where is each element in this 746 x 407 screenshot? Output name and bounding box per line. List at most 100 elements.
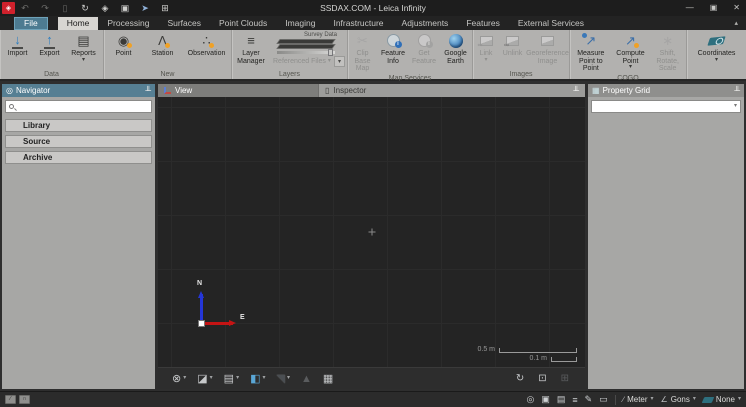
- delete-icon[interactable]: ▯: [55, 0, 75, 16]
- navigator-header[interactable]: ◎ Navigator ╨: [2, 84, 155, 97]
- tab-infrastructure[interactable]: Infrastructure: [324, 17, 392, 30]
- archive-box-icon[interactable]: ▣: [115, 0, 135, 16]
- google-earth-button[interactable]: Google Earth: [439, 31, 472, 74]
- chevron-down-icon: ▾: [693, 397, 696, 402]
- layer-visibility-button[interactable]: ▤ ▾: [224, 372, 239, 385]
- image-link-icon: ∞: [480, 32, 493, 49]
- pan-tool-button[interactable]: ⊞: [561, 373, 569, 384]
- collapse-ribbon-icon[interactable]: ▴: [734, 17, 738, 30]
- pin-icon[interactable]: ╨: [573, 87, 579, 95]
- app-logo-icon[interactable]: ◈: [2, 2, 15, 14]
- ribbon-group-label: Images: [473, 70, 569, 79]
- button-label: Google Earth: [440, 50, 471, 65]
- ribbon: ↓ Import ↑ Export ▤ Reports ▾ Data ◉ Poi…: [0, 30, 746, 81]
- clip-base-map-button[interactable]: ✂ Clip Base Map: [348, 31, 377, 74]
- select-tool-button[interactable]: ◪ ▾: [197, 372, 212, 385]
- view-3d-button[interactable]: ◧ ▾: [250, 372, 265, 385]
- tab-imaging[interactable]: Imaging: [276, 17, 324, 30]
- workspace: ◎ Navigator ╨ Library Source Archive Vie…: [0, 81, 746, 391]
- navigator-item-source[interactable]: Source: [5, 135, 152, 148]
- new-observation-button[interactable]: ∴ Observation: [183, 31, 231, 70]
- tab-features[interactable]: Features: [457, 17, 509, 30]
- fit-view-button[interactable]: ▲: [301, 373, 312, 385]
- export-button[interactable]: ↑ Export: [34, 31, 66, 70]
- navigator-item-library[interactable]: Library: [5, 119, 152, 132]
- button-label: Measure Point to Point: [571, 50, 611, 73]
- button-label: Clip Base Map: [349, 50, 376, 73]
- measure-point-to-point-button[interactable]: ↗ Measure Point to Point: [570, 31, 612, 74]
- map-canvas[interactable]: N E 0.5 m 0.1 m: [158, 97, 585, 367]
- property-grid-toggle-button[interactable]: ▤: [557, 394, 566, 405]
- tab-processing[interactable]: Processing: [98, 17, 158, 30]
- get-feature-button[interactable]: i Get Feature: [409, 31, 439, 74]
- draw-line-button[interactable]: ∕: [5, 395, 16, 404]
- scale-bars: 0.5 m 0.1 m: [477, 344, 577, 362]
- pin-icon[interactable]: ╨: [734, 87, 740, 95]
- referenced-files-button[interactable]: Referenced Files: [273, 58, 326, 65]
- shift-rotate-scale-button[interactable]: ∗ Shift, Rotate, Scale: [649, 31, 686, 74]
- slider-knob[interactable]: [328, 49, 333, 56]
- layers-preview[interactable]: Survey Data: [273, 33, 339, 55]
- filter-button[interactable]: ◥ ▾: [277, 372, 290, 385]
- undo-icon[interactable]: ↶: [15, 0, 35, 16]
- publish-icon[interactable]: ◈: [95, 0, 115, 16]
- refresh-icon[interactable]: ↻: [75, 0, 95, 16]
- select-tool-icon: ◪: [197, 372, 207, 385]
- reports-button[interactable]: ▤ Reports ▾: [66, 31, 102, 70]
- coordinate-system-dropdown[interactable]: None ▾: [703, 395, 741, 404]
- tab-view[interactable]: View: [158, 84, 318, 97]
- button-label: Get Feature: [410, 50, 438, 65]
- restore-button[interactable]: ▣: [710, 0, 718, 16]
- layers-toggle-button[interactable]: ≡: [572, 395, 577, 405]
- zoom-extents-button[interactable]: ⊡: [538, 373, 546, 384]
- new-badge-icon: [209, 43, 214, 48]
- reports-toggle-button[interactable]: ✎: [585, 394, 593, 405]
- property-grid-header[interactable]: ▦ Property Grid ╨: [588, 84, 744, 97]
- new-window-icon[interactable]: ⊞: [155, 0, 175, 16]
- unlink-image-button[interactable]: ∞ Unlink: [499, 31, 527, 70]
- button-label: Feature Info: [378, 50, 408, 65]
- redo-icon[interactable]: ↷: [35, 0, 55, 16]
- navigator-panel: ◎ Navigator ╨ Library Source Archive: [2, 84, 155, 389]
- search-input[interactable]: [17, 102, 148, 112]
- angle-unit-dropdown[interactable]: ∠ Gons ▾: [661, 395, 696, 404]
- new-point-button[interactable]: ◉ Point: [105, 31, 143, 70]
- link-image-button[interactable]: ∞ Link ▾: [474, 31, 499, 70]
- grid-toggle-button[interactable]: ▦: [323, 372, 333, 385]
- reports-icon: ▤: [77, 32, 89, 49]
- feature-info-button[interactable]: i Feature Info: [377, 31, 409, 74]
- inspector-toggle-button[interactable]: ▣: [541, 394, 550, 405]
- layers-opacity-slider[interactable]: [277, 51, 335, 54]
- pin-icon[interactable]: ╨: [145, 87, 151, 95]
- navigator-item-archive[interactable]: Archive: [5, 151, 152, 164]
- draw-arc-button[interactable]: ∩: [19, 395, 30, 404]
- axis-origin-marker: [198, 320, 205, 327]
- archive-toggle-button[interactable]: ▭: [599, 394, 608, 405]
- layers-dropdown-button[interactable]: ▾: [334, 56, 345, 67]
- new-station-button[interactable]: Λ Station: [143, 31, 183, 70]
- property-grid-selector[interactable]: ▾: [591, 100, 741, 113]
- scale-major-bar: [499, 348, 577, 353]
- image-unlink-icon: ∞: [506, 32, 519, 49]
- tab-external-services[interactable]: External Services: [509, 17, 593, 30]
- tab-home[interactable]: Home: [58, 17, 99, 30]
- inspector-doc-icon: ▯: [325, 86, 329, 95]
- ribbon-group-label: New: [104, 70, 231, 79]
- import-button[interactable]: ↓ Import: [2, 31, 34, 70]
- tab-inspector[interactable]: ▯ Inspector ╨: [318, 84, 585, 97]
- send-to-icon[interactable]: ➤: [135, 0, 155, 16]
- layer-manager-button[interactable]: ≡ Layer Manager: [232, 31, 270, 70]
- snap-settings-button[interactable]: ⊗ ▾: [172, 372, 186, 385]
- tab-adjustments[interactable]: Adjustments: [393, 17, 458, 30]
- georeference-image-button[interactable]: Georeference Image: [527, 31, 569, 70]
- tab-surfaces[interactable]: Surfaces: [158, 17, 210, 30]
- navigator-toggle-button[interactable]: ◎: [527, 394, 535, 405]
- tab-file[interactable]: File: [14, 17, 48, 30]
- tab-point-clouds[interactable]: Point Clouds: [210, 17, 276, 30]
- minimize-button[interactable]: —: [686, 0, 694, 16]
- close-button[interactable]: ✕: [733, 0, 740, 16]
- coordinates-button[interactable]: Coordinates ▾: [691, 31, 743, 70]
- reset-rotation-button[interactable]: ↻: [516, 373, 524, 384]
- compute-point-button[interactable]: ↗ Compute Point ▾: [612, 31, 650, 74]
- length-unit-dropdown[interactable]: ∕ Meter ▾: [623, 395, 654, 404]
